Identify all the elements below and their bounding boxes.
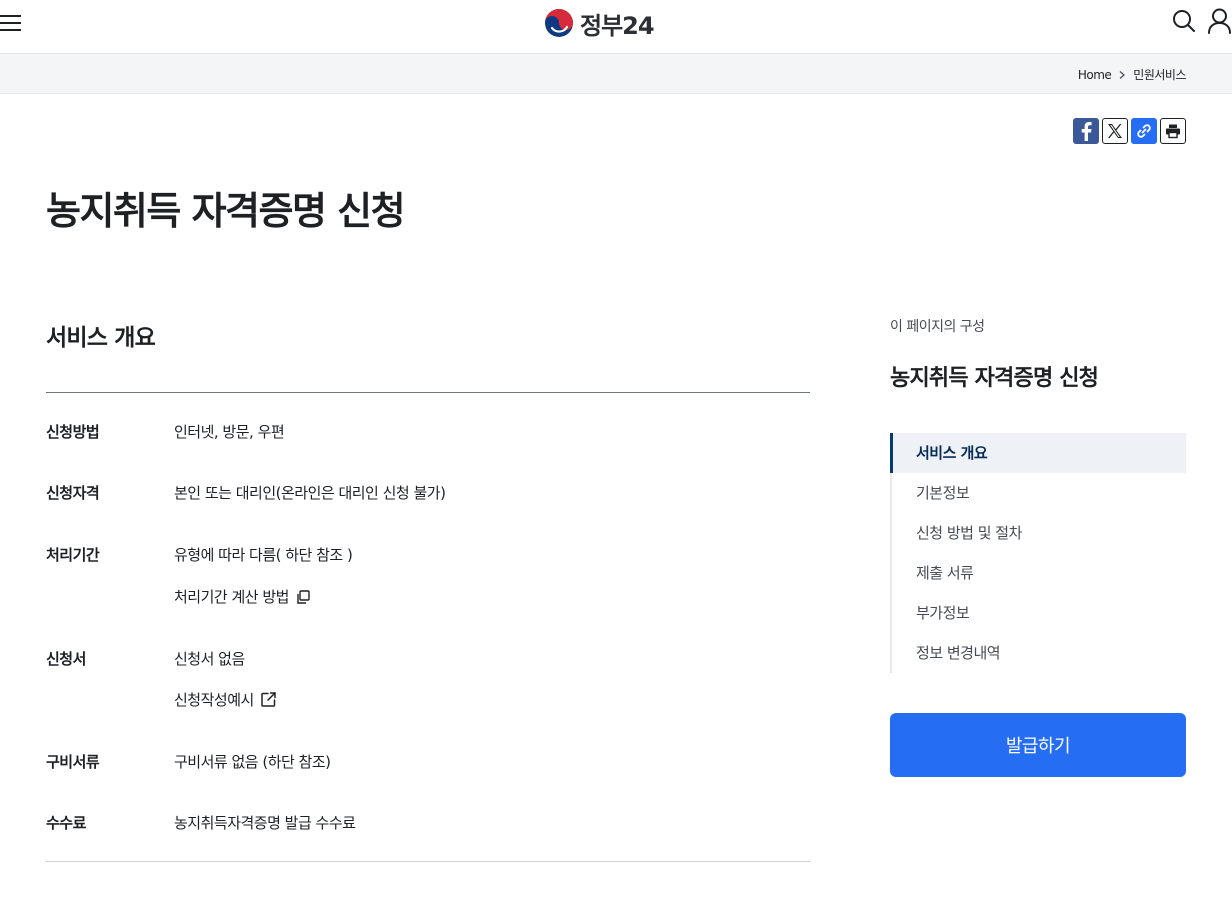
section-divider-bottom bbox=[46, 861, 810, 862]
breadcrumb-home-link[interactable]: Home bbox=[1078, 68, 1112, 82]
section-title-overview: 서비스 개요 bbox=[46, 325, 156, 351]
info-label-method: 신청방법 bbox=[46, 423, 100, 441]
print-icon[interactable] bbox=[1160, 118, 1186, 144]
info-text: 농지취득자격증명 발급 수수료 bbox=[174, 814, 356, 832]
external-link-icon bbox=[261, 692, 276, 707]
breadcrumb-current-link[interactable]: 민원서비스 bbox=[1133, 66, 1186, 83]
toc-item-additional-info[interactable]: 부가정보 bbox=[892, 593, 1186, 633]
info-text: 신청서 없음 bbox=[174, 650, 245, 668]
site-header: 정부24 bbox=[0, 0, 1232, 54]
info-text: 유형에 따라 다름( 하단 참조 ) bbox=[174, 546, 353, 564]
copy-popup-icon bbox=[297, 589, 310, 604]
link-text: 처리기간 계산 방법 bbox=[174, 588, 289, 606]
facebook-icon[interactable] bbox=[1073, 118, 1099, 144]
hamburger-menu-icon[interactable] bbox=[0, 12, 22, 34]
info-value-eligibility: 본인 또는 대리인(온라인은 대리인 신청 불가) bbox=[174, 482, 446, 503]
issue-button[interactable]: 발급하기 bbox=[890, 713, 1186, 777]
section-divider bbox=[46, 392, 810, 393]
info-label-documents: 구비서류 bbox=[46, 753, 100, 771]
info-text: 구비서류 없음 (하단 참조) bbox=[174, 753, 331, 771]
site-logo[interactable]: 정부24 bbox=[544, 6, 655, 40]
info-text: 인터넷, 방문, 우편 bbox=[174, 423, 285, 441]
info-value-documents: 구비서류 없음 (하단 참조) bbox=[174, 751, 331, 772]
application-example-link[interactable]: 신청작성예시 bbox=[174, 689, 277, 710]
page-title: 농지취득 자격증명 신청 bbox=[46, 189, 406, 233]
toc-item-change-history[interactable]: 정보 변경내역 bbox=[892, 633, 1186, 673]
info-text: 본인 또는 대리인(온라인은 대리인 신청 불가) bbox=[174, 484, 446, 502]
toc-item-procedure[interactable]: 신청 방법 및 절차 bbox=[892, 513, 1186, 553]
toc-caption: 이 페이지의 구성 bbox=[890, 319, 985, 335]
info-label-application-form: 신청서 bbox=[46, 650, 86, 668]
processing-time-calc-link[interactable]: 처리기간 계산 방법 bbox=[174, 586, 311, 607]
x-twitter-icon[interactable] bbox=[1102, 118, 1128, 144]
info-value-processing-time: 유형에 따라 다름( 하단 참조 ) bbox=[174, 544, 353, 565]
breadcrumb: Home 민원서비스 bbox=[1078, 66, 1187, 83]
logo-text: 정부24 bbox=[580, 11, 655, 40]
toc-item-basic-info[interactable]: 기본정보 bbox=[892, 473, 1186, 513]
share-toolbar bbox=[1073, 118, 1186, 144]
info-label-eligibility: 신청자격 bbox=[46, 484, 100, 502]
info-value-fee: 농지취득자격증명 발급 수수료 bbox=[174, 812, 356, 833]
link-text: 신청작성예시 bbox=[174, 691, 254, 709]
info-value-application-form: 신청서 없음 bbox=[174, 648, 245, 669]
chevron-right-icon bbox=[1119, 70, 1126, 79]
taegeuk-logo-icon bbox=[545, 9, 573, 37]
toc-item-overview[interactable]: 서비스 개요 bbox=[890, 433, 1186, 473]
link-icon[interactable] bbox=[1131, 118, 1157, 144]
info-label-processing-time: 처리기간 bbox=[46, 546, 100, 564]
toc-item-documents[interactable]: 제출 서류 bbox=[892, 553, 1186, 593]
toc-title: 농지취득 자격증명 신청 bbox=[890, 366, 1099, 391]
toc-list: 서비스 개요 기본정보 신청 방법 및 절차 제출 서류 부가정보 정보 변경내… bbox=[890, 433, 1186, 673]
breadcrumb-bar: Home 민원서비스 bbox=[0, 54, 1232, 94]
info-label-fee: 수수료 bbox=[46, 814, 86, 832]
user-icon[interactable] bbox=[1207, 8, 1232, 34]
info-value-method: 인터넷, 방문, 우편 bbox=[174, 421, 285, 442]
search-icon[interactable] bbox=[1172, 9, 1196, 33]
